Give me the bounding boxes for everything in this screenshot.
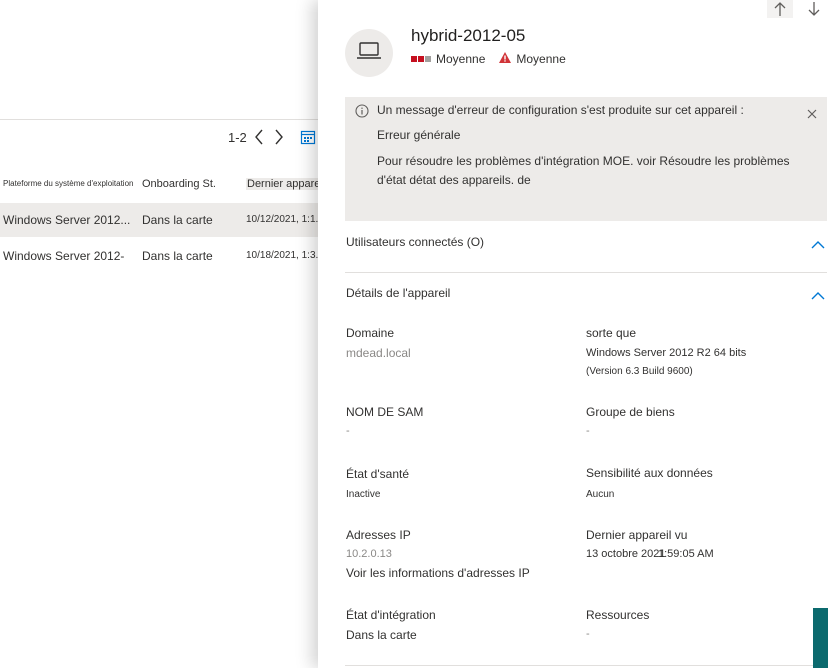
asset-group-value: -: [586, 425, 590, 437]
row-os: Windows Server 2012-: [3, 249, 125, 263]
chevron-up-icon[interactable]: [811, 287, 825, 305]
row-os: Windows Server 2012...: [3, 213, 131, 227]
device-avatar: [345, 29, 393, 77]
os-value: Windows Server 2012 R2 64 bits: [586, 347, 747, 359]
arrow-down-icon[interactable]: [804, 0, 824, 18]
table-row[interactable]: Windows Server 2012- Dans la carte 10/18…: [0, 239, 330, 273]
exposure-level-label: Moyenne: [516, 52, 566, 66]
sam-value: -: [346, 425, 350, 437]
pager-count: 1-2: [228, 129, 247, 145]
banner-message: Un message d'erreur de configuration s'e…: [377, 103, 744, 117]
banner-body: Pour résoudre les problèmes d'intégratio…: [377, 154, 790, 187]
domain-label: Domaine: [346, 326, 395, 340]
warning-icon: [499, 52, 512, 66]
list-divider: [0, 119, 330, 120]
last-seen-time: 1:59:05 AM: [658, 548, 714, 560]
section-divider: [345, 665, 827, 666]
table-row[interactable]: Windows Server 2012... Dans la carte 10/…: [0, 203, 330, 237]
info-icon: [355, 104, 369, 123]
os-build: (Version 6.3 Build 9600): [586, 366, 693, 377]
scrollbar-thumb[interactable]: [813, 608, 828, 668]
chevron-right-icon[interactable]: [273, 128, 287, 146]
row-last-seen: 10/12/2021, 1:1...: [246, 214, 321, 225]
health-value: Inactive: [346, 489, 381, 500]
banner-header: Erreur générale: [377, 128, 461, 142]
asset-group-label: Groupe de biens: [586, 405, 675, 419]
logged-users-section[interactable]: Utilisateurs connectés (O): [346, 235, 484, 249]
chevron-left-icon[interactable]: [253, 128, 267, 146]
last-seen-label: Dernier appareil vu: [586, 528, 688, 542]
sensitivity-value: Aucun: [586, 489, 615, 500]
ip-info-link[interactable]: Voir les informations d'adresses IP: [346, 566, 530, 580]
sensitivity-label: Sensibilité aux données: [586, 466, 713, 480]
section-divider: [345, 272, 827, 273]
risk-level-label: Moyenne: [436, 52, 486, 66]
domain-value: mdead.local: [346, 346, 411, 360]
resources-value: -: [586, 628, 590, 640]
ip-value: 10.2.0.13: [346, 548, 392, 560]
resources-label: Ressources: [586, 608, 650, 622]
onboarding-label: État d'intégration: [346, 608, 436, 622]
calendar-icon[interactable]: [300, 129, 316, 150]
onboarding-value: Dans la carte: [346, 628, 417, 642]
risk-level-icon: [411, 56, 431, 62]
device-title: hybrid-2012-05: [411, 26, 526, 45]
close-icon[interactable]: [807, 106, 817, 124]
device-details-section[interactable]: Détails de l'appareil: [346, 286, 450, 300]
device-severity: Moyenne Moyenne: [411, 52, 566, 66]
device-list: 1-2 Plateforme du système d'exploitation…: [0, 0, 345, 668]
health-label: État d'santé: [346, 467, 409, 481]
last-seen-value: 13 octobre 2021: [586, 548, 666, 560]
config-error-banner: Un message d'erreur de configuration s'e…: [345, 97, 827, 221]
os-label: sorte que: [586, 326, 637, 340]
column-header-os[interactable]: Plateforme du système d'exploitation: [3, 179, 133, 188]
laptop-icon: [356, 41, 382, 66]
pager: 1-2: [228, 128, 287, 146]
sam-label: NOM DE SAM: [346, 405, 424, 419]
row-onboarding: Dans la carte: [142, 249, 213, 263]
row-onboarding: Dans la carte: [142, 213, 213, 227]
arrow-up-icon[interactable]: [767, 0, 793, 18]
chevron-up-icon[interactable]: [811, 236, 825, 254]
ip-label: Adresses IP: [346, 528, 411, 542]
row-last-seen: 10/18/2021, 1:3...: [246, 250, 321, 261]
column-header-onboarding[interactable]: Onboarding St.: [142, 178, 216, 190]
